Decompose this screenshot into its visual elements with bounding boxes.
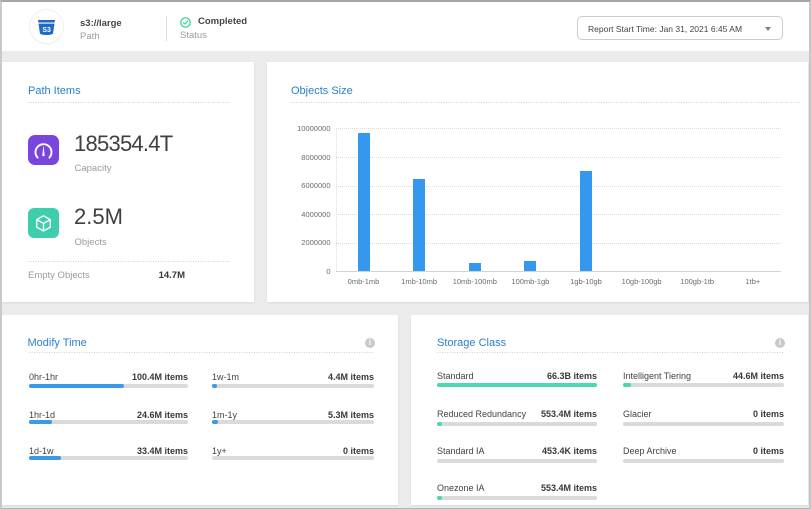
svg-text:S3: S3 [42, 27, 51, 34]
